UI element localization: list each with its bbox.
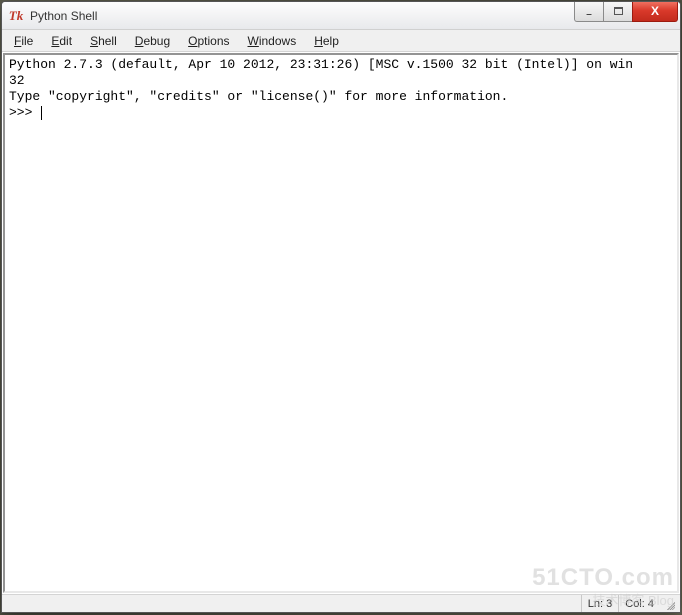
banner-line-2: 32 — [9, 73, 25, 88]
status-line: Ln: 3 — [581, 595, 618, 612]
menu-windows[interactable]: Windows — [240, 32, 305, 50]
banner-line-1: Python 2.7.3 (default, Apr 10 2012, 23:3… — [9, 57, 633, 72]
banner-line-3: Type "copyright", "credits" or "license(… — [9, 89, 508, 104]
titlebar[interactable]: Tk Python Shell – X — [2, 2, 680, 30]
menu-shell[interactable]: Shell — [82, 32, 125, 50]
status-col: Col: 4 — [618, 595, 660, 612]
menu-label: ile — [21, 34, 33, 48]
python-shell-window: Tk Python Shell – X File Edit Shell Debu… — [1, 1, 681, 613]
menu-label: indows — [259, 34, 296, 48]
minimize-button[interactable]: – — [574, 2, 604, 22]
menu-edit[interactable]: Edit — [43, 32, 80, 50]
shell-text-area[interactable]: Python 2.7.3 (default, Apr 10 2012, 23:3… — [3, 53, 679, 593]
close-button[interactable]: X — [632, 2, 678, 22]
menu-options[interactable]: Options — [180, 32, 237, 50]
statusbar: Ln: 3 Col: 4 — [2, 594, 680, 612]
app-icon: Tk — [8, 8, 24, 24]
maximize-button[interactable] — [603, 2, 633, 22]
menu-help[interactable]: Help — [306, 32, 347, 50]
menu-label: elp — [323, 34, 339, 48]
text-cursor — [41, 106, 42, 120]
menubar: File Edit Shell Debug Options Windows He… — [2, 30, 680, 52]
menu-file[interactable]: File — [6, 32, 41, 50]
shell-prompt: >>> — [9, 105, 40, 120]
menu-debug[interactable]: Debug — [127, 32, 178, 50]
menu-label: dit — [59, 34, 72, 48]
window-title: Python Shell — [30, 9, 575, 23]
resize-grip[interactable] — [662, 597, 676, 611]
menu-label: ptions — [197, 34, 229, 48]
window-controls: – X — [575, 2, 678, 22]
menu-label: ebug — [143, 34, 170, 48]
menu-label: hell — [98, 34, 117, 48]
